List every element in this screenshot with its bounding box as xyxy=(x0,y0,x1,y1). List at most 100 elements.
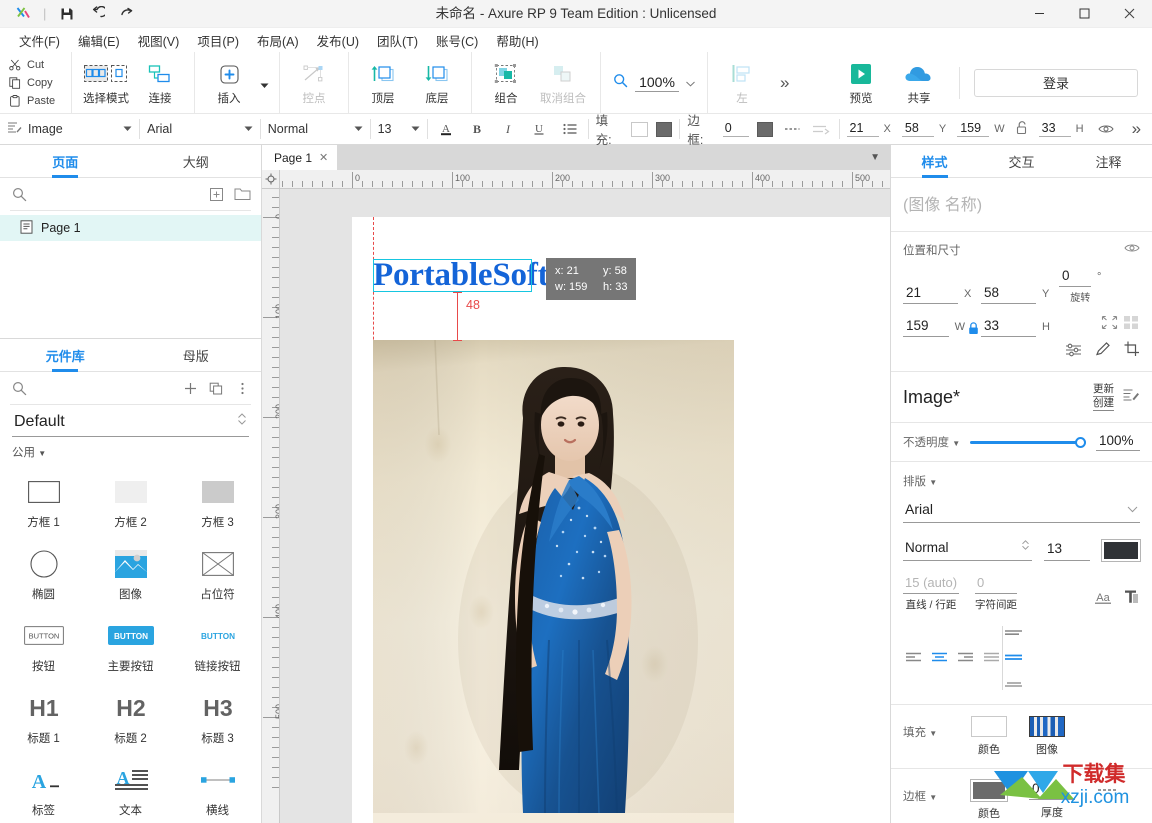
tab-masters[interactable]: 母版 xyxy=(131,339,262,371)
border-color-swatch-box[interactable] xyxy=(970,779,1008,802)
align-left-icon[interactable] xyxy=(903,649,924,667)
x-input[interactable]: 21 xyxy=(846,121,879,137)
menu-publish[interactable]: 发布(U) xyxy=(308,28,368,53)
undo-button[interactable] xyxy=(83,3,111,25)
duplicate-icon[interactable] xyxy=(207,379,225,397)
typography-size-input[interactable]: 13 xyxy=(1044,539,1090,561)
locked-icon[interactable] xyxy=(965,322,981,337)
fill-image-swatch-box[interactable] xyxy=(1029,716,1065,737)
border-section-label[interactable]: 边框 ▼ xyxy=(903,780,949,804)
canvas-tabs-more[interactable]: ▼ xyxy=(870,145,890,170)
text-shadow-icon[interactable] xyxy=(1124,589,1140,610)
bold-icon[interactable]: B xyxy=(466,118,488,140)
toolbar-more-button[interactable]: » xyxy=(770,73,799,93)
canvas-viewport[interactable]: 48 PortableSoft x: 21 y: 58 w: 159 h: 33 xyxy=(280,189,890,823)
line-height-value[interactable]: 15 (auto) xyxy=(903,575,960,594)
pencil-icon[interactable] xyxy=(1095,341,1111,362)
menu-help[interactable]: 帮助(H) xyxy=(487,28,547,53)
create-link[interactable]: 创建 xyxy=(1093,397,1114,411)
widget-placeholder[interactable]: 占位符 xyxy=(174,539,261,611)
widget-type-select[interactable]: Image xyxy=(28,118,132,140)
sliders-icon[interactable] xyxy=(1065,342,1082,362)
align-center-icon[interactable] xyxy=(929,649,950,667)
library-search-icon[interactable] xyxy=(10,379,28,397)
widget-button[interactable]: BUTTON 按钮 xyxy=(0,611,87,683)
add-icon[interactable] xyxy=(181,379,199,397)
widget-image[interactable]: 图像 xyxy=(87,539,174,611)
opacity-slider[interactable] xyxy=(970,435,1086,449)
bring-to-front-button[interactable]: 顶层 xyxy=(357,58,409,108)
border-width-value[interactable]: 0 xyxy=(1029,780,1075,800)
save-button[interactable] xyxy=(53,3,81,25)
border-color-item[interactable]: 颜色 xyxy=(970,779,1008,821)
menu-edit[interactable]: 编辑(E) xyxy=(69,28,129,53)
library-category[interactable]: 公用 ▼ xyxy=(0,437,261,464)
widget-ellipse[interactable]: 椭圆 xyxy=(0,539,87,611)
cut-button[interactable]: Cut xyxy=(8,56,71,73)
fill-gradient-swatch[interactable] xyxy=(655,121,673,137)
fill-color-swatch[interactable] xyxy=(631,121,648,137)
widget-box3[interactable]: 方框 3 xyxy=(174,467,261,539)
new-folder-icon[interactable] xyxy=(233,185,251,203)
send-to-back-button[interactable]: 底层 xyxy=(411,58,463,108)
widget-name-input[interactable]: (图像 名称) xyxy=(903,188,1140,220)
rotation-value[interactable]: 0 xyxy=(1059,268,1091,287)
formatbar-more-button[interactable]: » xyxy=(1128,119,1145,139)
anchor-grid-icon[interactable] xyxy=(1123,315,1140,335)
tab-outline[interactable]: 大纲 xyxy=(131,145,262,177)
menu-project[interactable]: 项目(P) xyxy=(188,28,248,53)
widget-box1[interactable]: 方框 1 xyxy=(0,467,87,539)
typography-weight-select[interactable]: Normal xyxy=(903,536,1032,561)
font-color-icon[interactable]: A xyxy=(435,118,457,140)
update-link[interactable]: 更新 xyxy=(1093,383,1114,397)
maximize-button[interactable] xyxy=(1062,0,1107,28)
widget-label[interactable]: A 标签 xyxy=(0,755,87,823)
border-width-input[interactable]: 0 xyxy=(722,121,749,137)
add-page-icon[interactable] xyxy=(207,185,225,203)
connect-button[interactable]: 连接 xyxy=(134,58,186,108)
align-justify-icon[interactable] xyxy=(981,649,1002,667)
widget-h3[interactable]: H3 标题 3 xyxy=(174,683,261,755)
x-value[interactable]: 21 xyxy=(903,285,958,304)
widget-box2[interactable]: 方框 2 xyxy=(87,467,174,539)
resize-icon[interactable] xyxy=(1101,315,1118,335)
update-create-links[interactable]: 更新 创建 xyxy=(1093,383,1114,411)
border-arrow-icon[interactable] xyxy=(810,118,831,140)
border-style-icon[interactable] xyxy=(781,118,802,140)
insert-button[interactable]: 插入 xyxy=(203,58,255,108)
letter-spacing-value[interactable]: 0 xyxy=(975,575,1018,594)
widget-primary-button[interactable]: BUTTON 主要按钮 xyxy=(87,611,174,683)
border-width-item[interactable]: 0 厚度 xyxy=(1029,780,1075,820)
aspect-lock-icon[interactable] xyxy=(1016,120,1028,138)
zoom-control[interactable]: 100% xyxy=(609,73,699,93)
tab-widget-library[interactable]: 元件库 xyxy=(0,339,131,371)
valign-middle-icon[interactable] xyxy=(1003,649,1024,667)
crop-icon[interactable] xyxy=(1124,341,1140,362)
fill-color-swatch-box[interactable] xyxy=(971,716,1007,737)
font-size-select[interactable]: 13 xyxy=(378,118,420,140)
typography-label[interactable]: 排版 ▼ xyxy=(903,476,937,488)
search-icon[interactable] xyxy=(10,185,28,203)
share-button[interactable]: 共享 xyxy=(893,58,945,108)
insert-dropdown-caret[interactable] xyxy=(257,77,271,89)
y-input[interactable]: 58 xyxy=(901,121,934,137)
menu-view[interactable]: 视图(V) xyxy=(129,28,189,53)
widget-h2[interactable]: H2 标题 2 xyxy=(87,683,174,755)
copy-button[interactable]: Copy xyxy=(8,74,71,91)
menu-file[interactable]: 文件(F) xyxy=(10,28,69,53)
widget-text[interactable]: A 文本 xyxy=(87,755,174,823)
preview-button[interactable]: 预览 xyxy=(835,58,887,108)
valign-bottom-icon[interactable] xyxy=(1003,672,1024,690)
tab-interactions[interactable]: 交互 xyxy=(978,145,1065,177)
paste-button[interactable]: Paste xyxy=(8,92,71,109)
close-button[interactable] xyxy=(1107,0,1152,28)
h-value[interactable]: 33 xyxy=(981,318,1036,337)
origin-target-icon[interactable] xyxy=(262,170,280,189)
horizontal-ruler[interactable]: 0 100 200 300 400 500 xyxy=(280,170,890,189)
border-style-icon[interactable] xyxy=(1097,783,1117,802)
minimize-button[interactable] xyxy=(1017,0,1062,28)
h-input[interactable]: 33 xyxy=(1038,121,1071,137)
fill-section-label[interactable]: 填充 ▼ xyxy=(903,716,949,740)
y-value[interactable]: 58 xyxy=(981,285,1036,304)
tab-pages[interactable]: 页面 xyxy=(0,145,131,177)
